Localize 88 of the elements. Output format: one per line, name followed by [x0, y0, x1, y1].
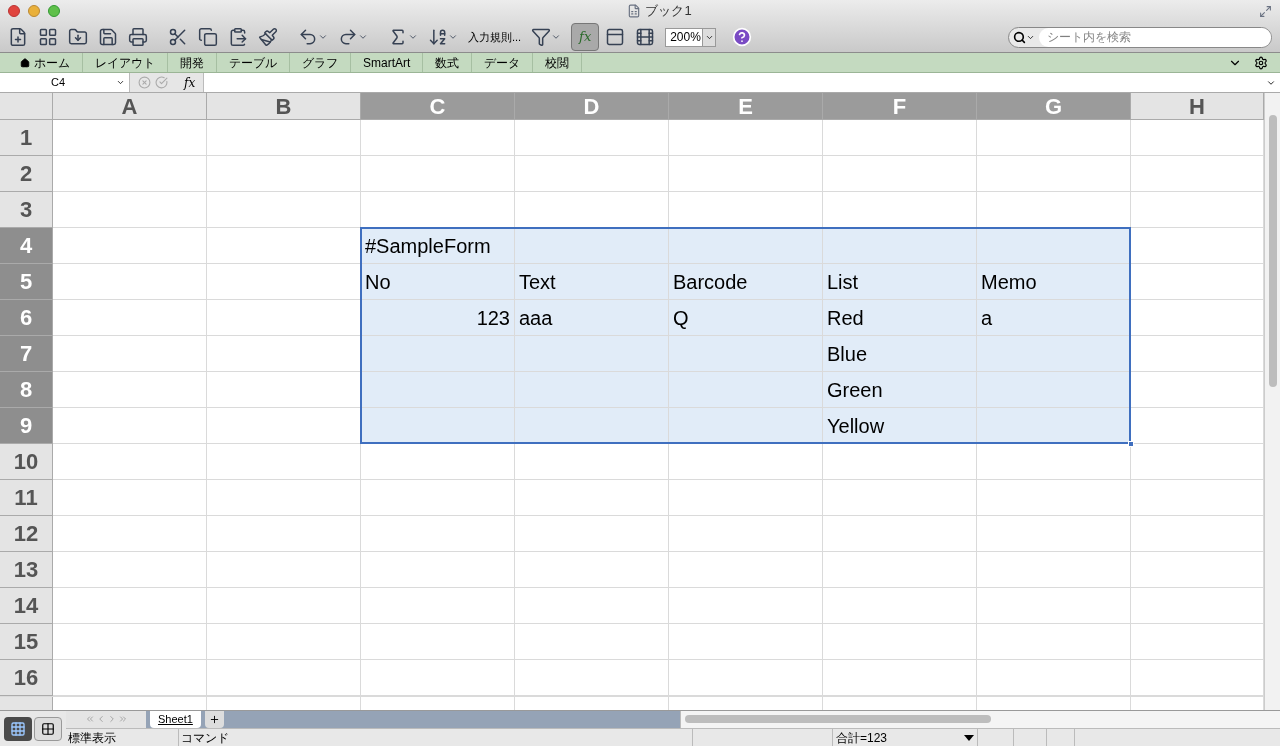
plus-icon[interactable]	[208, 713, 220, 725]
column-header[interactable]: H	[1131, 93, 1264, 120]
caret-icon[interactable]	[448, 32, 458, 42]
table-cell: Memo	[977, 264, 1131, 300]
window-title: ブック1	[645, 2, 692, 21]
row-header[interactable]: 15	[0, 624, 53, 660]
row-header[interactable]: 6	[0, 300, 53, 336]
filter-icon[interactable]	[531, 27, 552, 47]
zoom-select[interactable]: 200%	[665, 27, 717, 47]
grid-icon[interactable]	[10, 720, 26, 737]
row-header[interactable]: 11	[0, 480, 53, 516]
row-header[interactable]: 16	[0, 660, 53, 696]
table-cell: 123	[361, 300, 515, 336]
table-cell: Yellow	[823, 408, 977, 444]
horizontal-scrollbar[interactable]	[679, 711, 1280, 728]
view-status: 標準表示	[66, 728, 179, 746]
ribbon-tab[interactable]: ホーム	[8, 53, 83, 72]
save-icon[interactable]	[98, 27, 118, 47]
search-field[interactable]: シート内を検索	[1008, 26, 1272, 48]
search-icon[interactable]	[1013, 30, 1026, 44]
paintbrush-icon[interactable]	[258, 27, 278, 47]
row-header[interactable]: 5	[0, 264, 53, 300]
table-cell: Barcode	[669, 264, 823, 300]
window-icon[interactable]	[605, 27, 626, 47]
table-cell: Green	[823, 372, 977, 408]
close-window-icon[interactable]	[8, 5, 20, 17]
table-cell: a	[977, 300, 1131, 336]
ribbon-tab[interactable]: 開発	[168, 53, 217, 72]
ribbon-tab[interactable]: SmartArt	[351, 53, 424, 72]
copy-icon[interactable]	[198, 27, 218, 47]
row-header[interactable]: 3	[0, 192, 53, 228]
table-cell: aaa	[515, 300, 669, 336]
caret-icon[interactable]	[358, 32, 368, 42]
mode-status: コマンド	[179, 728, 693, 746]
row-header[interactable]: 7	[0, 336, 53, 372]
column-header[interactable]: A	[53, 93, 207, 120]
row-header[interactable]: 9	[0, 408, 53, 444]
home-icon	[20, 57, 30, 68]
paste-icon[interactable]	[228, 27, 248, 47]
sum-status[interactable]: 合計=123	[833, 728, 978, 746]
ribbon-tab[interactable]: レイアウト	[83, 53, 168, 72]
row-header[interactable]: 1	[0, 120, 53, 156]
print-icon[interactable]	[128, 27, 148, 47]
table-cell: Q	[669, 300, 823, 336]
ribbon-tab[interactable]: データ	[472, 53, 534, 72]
add-sheet-button[interactable]	[204, 711, 224, 728]
fullscreen-icon[interactable]	[1259, 4, 1272, 18]
ribbon-tab[interactable]: グラフ	[290, 53, 351, 72]
vertical-scrollbar[interactable]	[1264, 93, 1280, 710]
grid-icon[interactable]	[38, 27, 58, 47]
row-header[interactable]: 4	[0, 228, 53, 264]
row-header[interactable]: 12	[0, 516, 53, 552]
cut-icon[interactable]	[168, 27, 188, 47]
caret-icon[interactable]	[408, 32, 418, 42]
sheet-tab[interactable]: Sheet1	[150, 711, 201, 728]
ribbon-tab[interactable]: 数式	[423, 53, 473, 72]
stepper-icon[interactable]	[116, 78, 125, 87]
film-icon[interactable]	[635, 27, 656, 47]
new-document-icon[interactable]	[8, 27, 28, 47]
table-cell: #SampleForm	[361, 228, 515, 264]
row-header[interactable]: 10	[0, 444, 53, 480]
row-header[interactable]: 8	[0, 372, 53, 408]
ribbon-tab[interactable]: テーブル	[217, 53, 290, 72]
table-cell: No	[361, 264, 515, 300]
page-layout-button[interactable]	[34, 716, 62, 741]
undo-icon[interactable]	[298, 27, 318, 47]
input-rules-button[interactable]: 入力規則...	[464, 28, 526, 46]
row-header[interactable]: 2	[0, 156, 53, 192]
document-icon	[627, 4, 642, 18]
normal-view-button[interactable]	[4, 716, 32, 741]
pages-icon[interactable]	[41, 721, 55, 736]
table-cell: Red	[823, 300, 977, 336]
caret-icon[interactable]	[318, 32, 328, 42]
settings-icon[interactable]	[1254, 55, 1268, 70]
open-folder-icon[interactable]	[68, 27, 88, 47]
column-header[interactable]: B	[207, 93, 361, 120]
formula-label[interactable]: fx	[184, 73, 196, 92]
zoom-window-icon[interactable]	[48, 5, 60, 17]
row-header[interactable]: 13	[0, 552, 53, 588]
table-cell: Text	[515, 264, 669, 300]
table-cell: Blue	[823, 336, 977, 372]
help-icon[interactable]	[732, 27, 753, 47]
caret-icon[interactable]	[551, 32, 562, 42]
row-header[interactable]: 14	[0, 588, 53, 624]
redo-icon[interactable]	[338, 27, 358, 47]
sort-icon[interactable]	[428, 27, 448, 47]
table-cell: List	[823, 264, 977, 300]
ribbon-tab[interactable]: 校閲	[533, 53, 583, 72]
